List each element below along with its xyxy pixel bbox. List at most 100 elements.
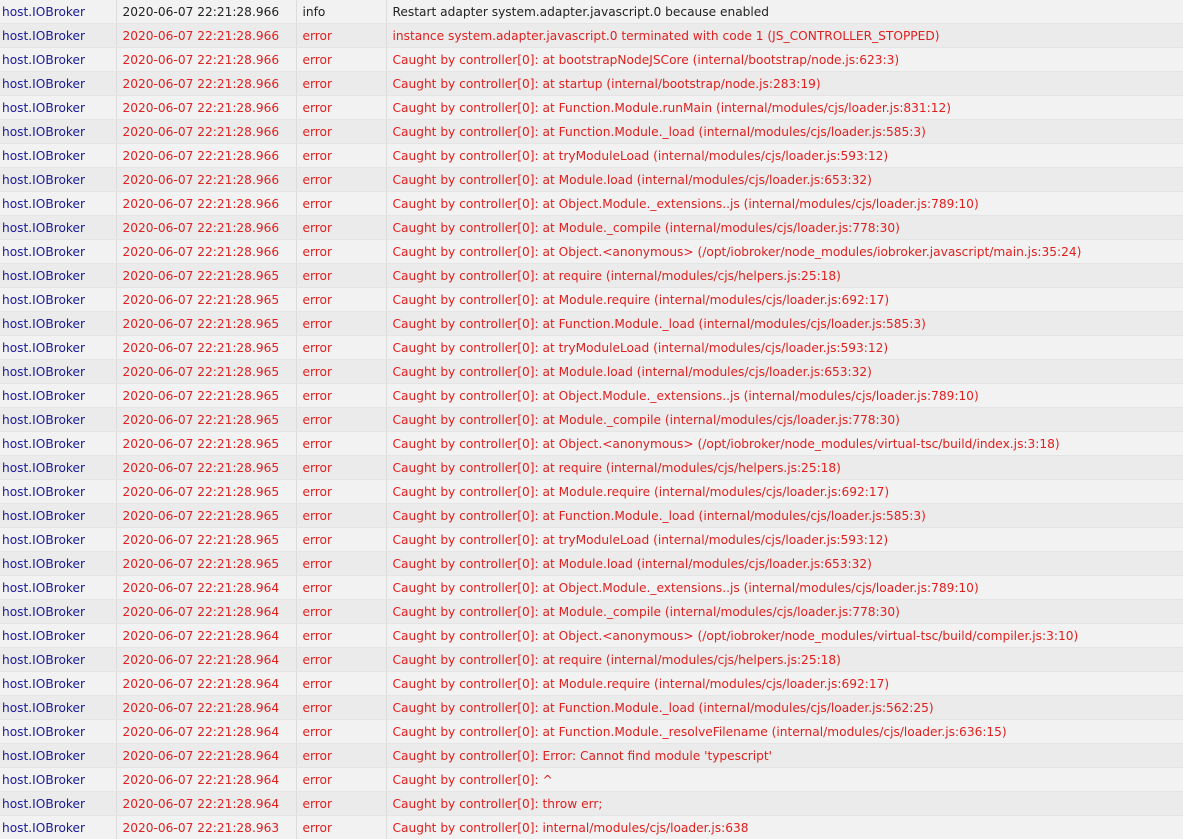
log-source-cell: host.IOBroker [0,743,117,768]
log-source-cell: host.IOBroker [0,407,117,432]
log-row[interactable]: host.IOBroker 2020-06-07 22:21:28.965 erro… [0,287,1183,312]
log-row[interactable]: host.IOBroker 2020-06-07 22:21:28.966 erro… [0,119,1183,144]
log-time-cell: 2020-06-07 22:21:28.966 [116,71,297,96]
log-severity-cell: error [296,167,387,192]
log-table-body: host.IOBroker 2020-06-07 22:21:28.966 info… [0,0,1183,839]
log-severity-cell: error [296,311,387,336]
log-time-cell: 2020-06-07 22:21:28.964 [116,791,297,816]
log-message-cell: Caught by controller[0]: throw err; [386,791,1183,816]
log-source-cell: host.IOBroker [0,335,117,360]
log-row[interactable]: host.IOBroker 2020-06-07 22:21:28.965 erro… [0,263,1183,288]
log-message-cell: Caught by controller[0]: at Function.Mod… [386,311,1183,336]
log-source-cell: host.IOBroker [0,0,117,24]
log-row[interactable]: host.IOBroker 2020-06-07 22:21:28.964 erro… [0,743,1183,768]
log-severity-cell: error [296,767,387,792]
log-message-cell: Caught by controller[0]: at Object.Modul… [386,191,1183,216]
log-message-cell: Caught by controller[0]: at Object.Modul… [386,575,1183,600]
log-time-cell: 2020-06-07 22:21:28.965 [116,503,297,528]
log-row[interactable]: host.IOBroker 2020-06-07 22:21:28.965 erro… [0,407,1183,432]
log-row[interactable]: host.IOBroker 2020-06-07 22:21:28.966 info… [0,0,1183,24]
log-severity-cell: error [296,551,387,576]
log-row[interactable]: host.IOBroker 2020-06-07 22:21:28.964 erro… [0,767,1183,792]
log-time-cell: 2020-06-07 22:21:28.964 [116,671,297,696]
log-time-cell: 2020-06-07 22:21:28.964 [116,767,297,792]
log-severity-cell: error [296,23,387,48]
log-source-cell: host.IOBroker [0,815,117,839]
log-message-cell: Caught by controller[0]: at Module._comp… [386,215,1183,240]
log-source-cell: host.IOBroker [0,167,117,192]
log-row[interactable]: host.IOBroker 2020-06-07 22:21:28.964 erro… [0,695,1183,720]
log-row[interactable]: host.IOBroker 2020-06-07 22:21:28.965 erro… [0,479,1183,504]
log-row[interactable]: host.IOBroker 2020-06-07 22:21:28.964 erro… [0,623,1183,648]
log-row[interactable]: host.IOBroker 2020-06-07 22:21:28.964 erro… [0,575,1183,600]
log-row[interactable]: host.IOBroker 2020-06-07 22:21:28.965 erro… [0,359,1183,384]
log-row[interactable]: host.IOBroker 2020-06-07 22:21:28.965 erro… [0,431,1183,456]
log-source-cell: host.IOBroker [0,431,117,456]
log-message-cell: Caught by controller[0]: at Module.load … [386,167,1183,192]
log-message-cell: Caught by controller[0]: at Module.load … [386,551,1183,576]
log-message-cell: Caught by controller[0]: internal/module… [386,815,1183,839]
log-row[interactable]: host.IOBroker 2020-06-07 22:21:28.963 erro… [0,815,1183,839]
log-row[interactable]: host.IOBroker 2020-06-07 22:21:28.966 erro… [0,191,1183,216]
log-severity-cell: error [296,719,387,744]
log-time-cell: 2020-06-07 22:21:28.966 [116,191,297,216]
log-row[interactable]: host.IOBroker 2020-06-07 22:21:28.966 erro… [0,23,1183,48]
log-time-cell: 2020-06-07 22:21:28.966 [116,143,297,168]
log-row[interactable]: host.IOBroker 2020-06-07 22:21:28.966 erro… [0,143,1183,168]
log-message-cell: Caught by controller[0]: at Module.requi… [386,671,1183,696]
log-source-cell: host.IOBroker [0,767,117,792]
log-severity-cell: error [296,647,387,672]
log-time-cell: 2020-06-07 22:21:28.963 [116,815,297,839]
log-row[interactable]: host.IOBroker 2020-06-07 22:21:28.965 erro… [0,527,1183,552]
log-row[interactable]: host.IOBroker 2020-06-07 22:21:28.964 erro… [0,791,1183,816]
log-source-cell: host.IOBroker [0,263,117,288]
log-severity-cell: info [296,0,387,24]
log-source-cell: host.IOBroker [0,95,117,120]
log-message-cell: Restart adapter system.adapter.javascrip… [386,0,1183,24]
log-time-cell: 2020-06-07 22:21:28.966 [116,167,297,192]
log-row[interactable]: host.IOBroker 2020-06-07 22:21:28.966 erro… [0,47,1183,72]
log-row[interactable]: host.IOBroker 2020-06-07 22:21:28.964 erro… [0,719,1183,744]
log-source-cell: host.IOBroker [0,527,117,552]
log-severity-cell: error [296,479,387,504]
log-severity-cell: error [296,623,387,648]
log-row[interactable]: host.IOBroker 2020-06-07 22:21:28.965 erro… [0,503,1183,528]
log-row[interactable]: host.IOBroker 2020-06-07 22:21:28.965 erro… [0,455,1183,480]
log-row[interactable]: host.IOBroker 2020-06-07 22:21:28.966 erro… [0,71,1183,96]
log-row[interactable]: host.IOBroker 2020-06-07 22:21:28.966 erro… [0,167,1183,192]
log-row[interactable]: host.IOBroker 2020-06-07 22:21:28.965 erro… [0,311,1183,336]
log-row[interactable]: host.IOBroker 2020-06-07 22:21:28.965 erro… [0,383,1183,408]
log-row[interactable]: host.IOBroker 2020-06-07 22:21:28.965 erro… [0,335,1183,360]
log-message-cell: Caught by controller[0]: at Function.Mod… [386,95,1183,120]
log-source-cell: host.IOBroker [0,23,117,48]
log-message-cell: Caught by controller[0]: at Module._comp… [386,599,1183,624]
log-time-cell: 2020-06-07 22:21:28.966 [116,95,297,120]
log-source-cell: host.IOBroker [0,575,117,600]
log-row[interactable]: host.IOBroker 2020-06-07 22:21:28.964 erro… [0,671,1183,696]
log-source-cell: host.IOBroker [0,119,117,144]
log-severity-cell: error [296,71,387,96]
log-table: host.IOBroker 2020-06-07 22:21:28.966 info… [0,0,1183,839]
log-time-cell: 2020-06-07 22:21:28.964 [116,743,297,768]
log-row[interactable]: host.IOBroker 2020-06-07 22:21:28.966 erro… [0,95,1183,120]
log-time-cell: 2020-06-07 22:21:28.965 [116,287,297,312]
log-row[interactable]: host.IOBroker 2020-06-07 22:21:28.966 erro… [0,239,1183,264]
log-severity-cell: error [296,575,387,600]
log-severity-cell: error [296,671,387,696]
log-time-cell: 2020-06-07 22:21:28.964 [116,599,297,624]
log-row[interactable]: host.IOBroker 2020-06-07 22:21:28.966 erro… [0,215,1183,240]
log-source-cell: host.IOBroker [0,695,117,720]
log-row[interactable]: host.IOBroker 2020-06-07 22:21:28.964 erro… [0,599,1183,624]
log-severity-cell: error [296,143,387,168]
log-severity-cell: error [296,431,387,456]
log-severity-cell: error [296,743,387,768]
log-time-cell: 2020-06-07 22:21:28.964 [116,575,297,600]
log-time-cell: 2020-06-07 22:21:28.965 [116,455,297,480]
log-severity-cell: error [296,407,387,432]
log-source-cell: host.IOBroker [0,503,117,528]
log-source-cell: host.IOBroker [0,383,117,408]
log-row[interactable]: host.IOBroker 2020-06-07 22:21:28.964 erro… [0,647,1183,672]
log-time-cell: 2020-06-07 22:21:28.966 [116,119,297,144]
log-message-cell: Caught by controller[0]: at Object.<anon… [386,431,1183,456]
log-row[interactable]: host.IOBroker 2020-06-07 22:21:28.965 erro… [0,551,1183,576]
